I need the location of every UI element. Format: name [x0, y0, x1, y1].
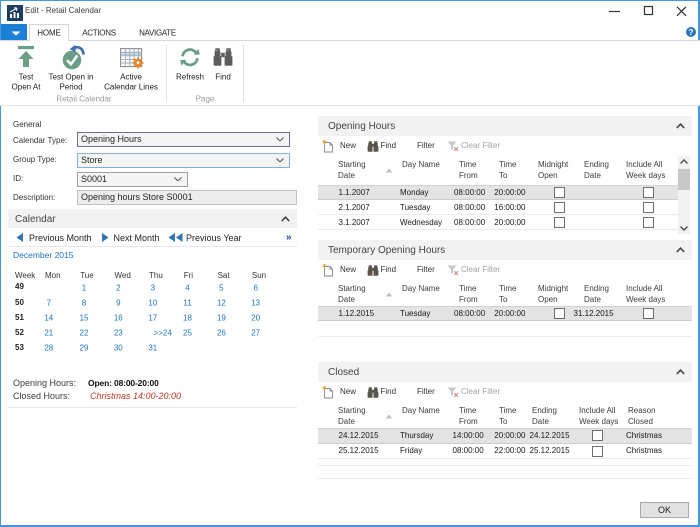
svg-text:?: ?	[688, 28, 693, 37]
